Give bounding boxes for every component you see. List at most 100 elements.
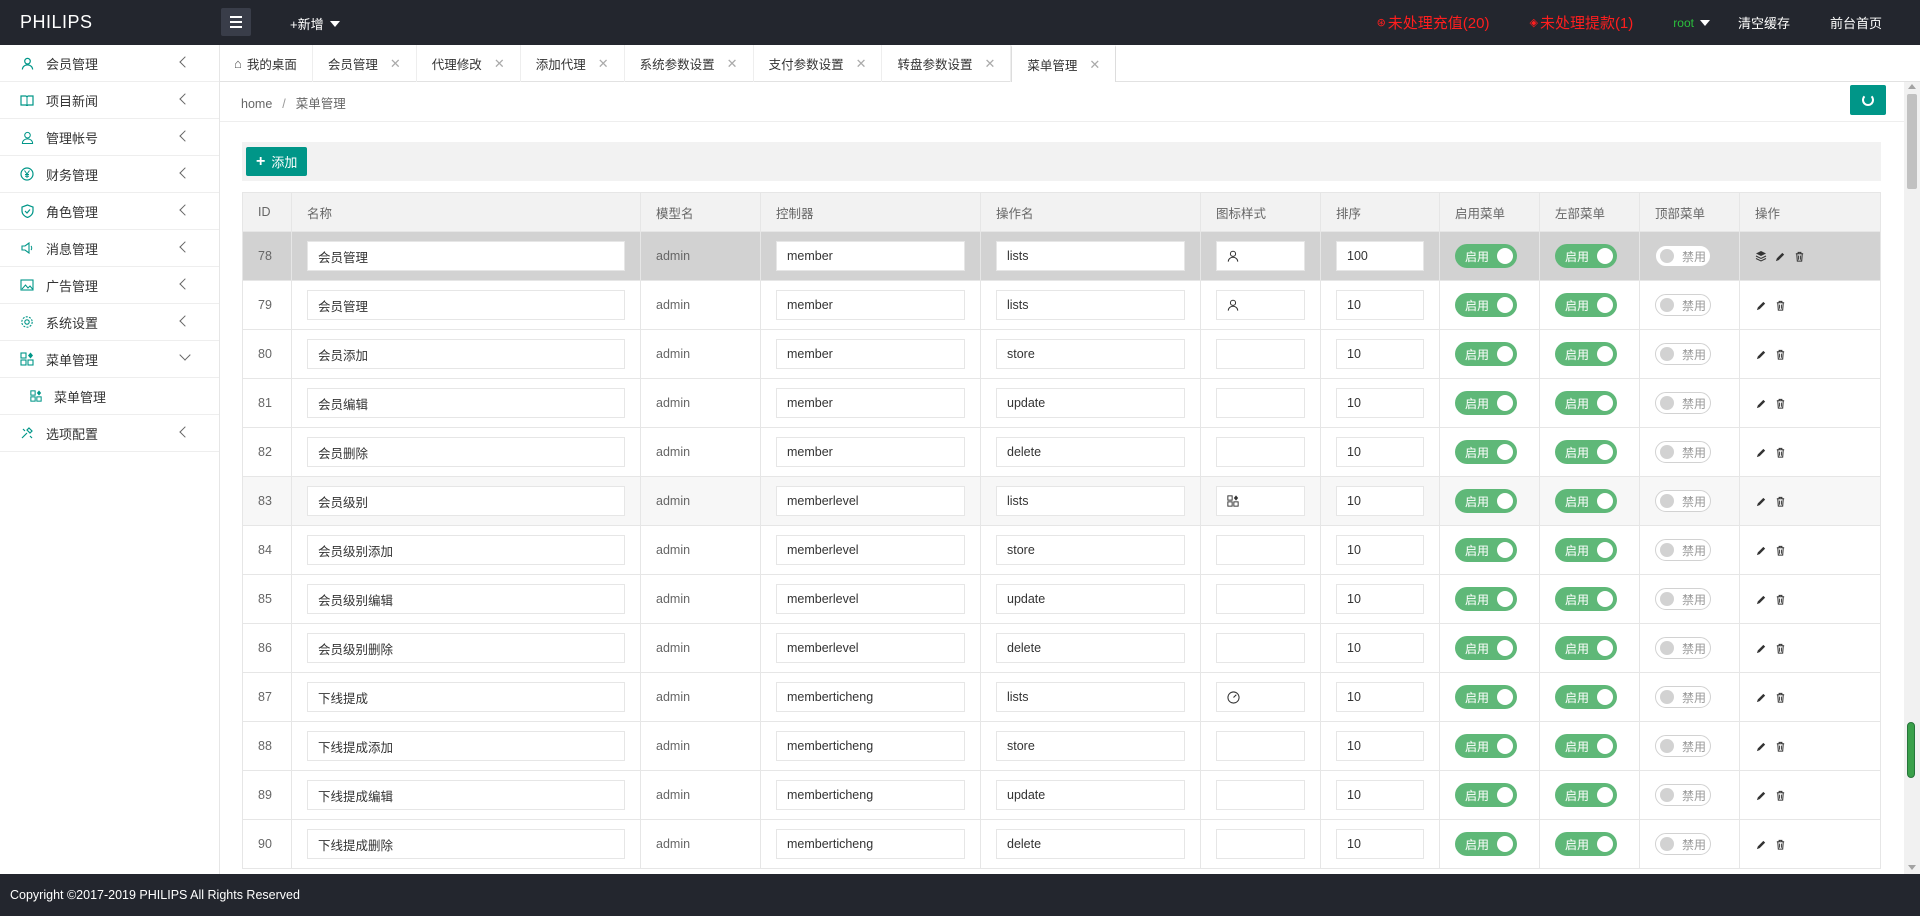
edit-icon[interactable] <box>1755 593 1767 605</box>
edit-icon[interactable] <box>1755 691 1767 703</box>
edit-icon[interactable] <box>1755 544 1767 556</box>
clear-cache-button[interactable]: 清空缓存 <box>1738 13 1790 32</box>
action-input[interactable]: store <box>996 535 1185 565</box>
controller-input[interactable]: member <box>776 241 965 271</box>
icon-input[interactable] <box>1216 486 1305 516</box>
delete-icon[interactable] <box>1774 446 1786 458</box>
top-menu-switch[interactable]: 禁用 <box>1655 637 1711 659</box>
action-input[interactable]: store <box>996 731 1185 761</box>
close-icon[interactable]: ✕ <box>1089 57 1100 73</box>
edit-icon[interactable] <box>1755 446 1767 458</box>
enable-menu-switch[interactable]: 启用 <box>1455 391 1517 415</box>
controller-input[interactable]: memberticheng <box>776 682 965 712</box>
tab-members[interactable]: 会员管理 ✕ <box>313 45 417 82</box>
top-menu-switch[interactable]: 禁用 <box>1655 490 1711 512</box>
table-row[interactable]: 78 会员管理 admin member lists 100 启用 启用 禁用 <box>242 232 1881 281</box>
delete-icon[interactable] <box>1774 789 1786 801</box>
sidebar-item-roles[interactable]: 角色管理 <box>0 193 219 230</box>
delete-icon[interactable] <box>1774 838 1786 850</box>
delete-icon[interactable] <box>1774 593 1786 605</box>
sidebar-item-ads[interactable]: 广告管理 <box>0 267 219 304</box>
delete-icon[interactable] <box>1774 691 1786 703</box>
icon-input[interactable] <box>1216 780 1305 810</box>
controller-input[interactable]: member <box>776 290 965 320</box>
left-menu-switch[interactable]: 启用 <box>1555 440 1617 464</box>
sidebar-item-messages[interactable]: 消息管理 <box>0 230 219 267</box>
delete-icon[interactable] <box>1774 495 1786 507</box>
name-input[interactable]: 会员级别添加 <box>307 535 625 565</box>
refresh-button[interactable] <box>1850 85 1886 115</box>
left-menu-switch[interactable]: 启用 <box>1555 783 1617 807</box>
tab-agent-add[interactable]: 添加代理 ✕ <box>521 45 625 82</box>
sidebar-subitem-menu-manage[interactable]: 菜单管理 <box>0 378 219 415</box>
left-menu-switch[interactable]: 启用 <box>1555 685 1617 709</box>
edit-icon[interactable] <box>1755 740 1767 752</box>
left-menu-switch[interactable]: 启用 <box>1555 244 1617 268</box>
top-menu-switch[interactable]: 禁用 <box>1655 392 1711 414</box>
delete-icon[interactable] <box>1774 544 1786 556</box>
left-menu-switch[interactable]: 启用 <box>1555 293 1617 317</box>
close-icon[interactable]: ✕ <box>390 56 401 72</box>
icon-input[interactable] <box>1216 437 1305 467</box>
top-menu-switch[interactable]: 禁用 <box>1655 539 1711 561</box>
scroll-down-icon[interactable] <box>1908 865 1916 870</box>
action-input[interactable]: update <box>996 584 1185 614</box>
breadcrumb-home[interactable]: home <box>241 97 272 111</box>
sidebar-item-settings[interactable]: 系统设置 <box>0 304 219 341</box>
top-menu-switch[interactable]: 禁用 <box>1655 833 1711 855</box>
icon-input[interactable] <box>1216 584 1305 614</box>
top-menu-switch[interactable]: 禁用 <box>1655 784 1711 806</box>
controller-input[interactable]: memberlevel <box>776 633 965 663</box>
left-menu-switch[interactable]: 启用 <box>1555 489 1617 513</box>
sort-input[interactable]: 10 <box>1336 584 1424 614</box>
controller-input[interactable]: memberlevel <box>776 535 965 565</box>
icon-input[interactable] <box>1216 241 1305 271</box>
enable-menu-switch[interactable]: 启用 <box>1455 783 1517 807</box>
left-menu-switch[interactable]: 启用 <box>1555 734 1617 758</box>
table-row[interactable]: 80 会员添加 admin member store 10 启用 启用 禁用 <box>242 330 1881 379</box>
controller-input[interactable]: member <box>776 339 965 369</box>
action-input[interactable]: update <box>996 388 1185 418</box>
name-input[interactable]: 下线提成编辑 <box>307 780 625 810</box>
enable-menu-switch[interactable]: 启用 <box>1455 636 1517 660</box>
sidebar-item-members[interactable]: 会员管理 <box>0 45 219 82</box>
close-icon[interactable]: ✕ <box>985 56 996 72</box>
name-input[interactable]: 会员编辑 <box>307 388 625 418</box>
tab-desktop[interactable]: ⌂ 我的桌面 <box>220 45 313 82</box>
action-input[interactable]: update <box>996 780 1185 810</box>
add-new-dropdown[interactable]: +新增 <box>290 14 340 33</box>
sort-input[interactable]: 10 <box>1336 535 1424 565</box>
close-icon[interactable]: ✕ <box>494 56 505 72</box>
controller-input[interactable]: memberticheng <box>776 829 965 859</box>
sidebar-item-accounts[interactable]: 管理帐号 <box>0 119 219 156</box>
sort-input[interactable]: 10 <box>1336 780 1424 810</box>
action-input[interactable]: lists <box>996 290 1185 320</box>
user-menu[interactable]: root <box>1673 16 1710 30</box>
pending-withdraw-link[interactable]: ◈ 未处理提款(1) <box>1529 12 1633 33</box>
name-input[interactable]: 会员级别 <box>307 486 625 516</box>
top-menu-switch[interactable]: 禁用 <box>1655 735 1711 757</box>
table-row[interactable]: 79 会员管理 admin member lists 10 启用 启用 禁用 <box>242 281 1881 330</box>
action-input[interactable]: lists <box>996 241 1185 271</box>
name-input[interactable]: 会员删除 <box>307 437 625 467</box>
controller-input[interactable]: memberlevel <box>776 584 965 614</box>
left-menu-switch[interactable]: 启用 <box>1555 342 1617 366</box>
sort-input[interactable]: 10 <box>1336 388 1424 418</box>
tab-menu-manage[interactable]: 菜单管理 ✕ <box>1011 45 1117 82</box>
enable-menu-switch[interactable]: 启用 <box>1455 734 1517 758</box>
sort-input[interactable]: 10 <box>1336 486 1424 516</box>
action-input[interactable]: delete <box>996 829 1185 859</box>
close-icon[interactable]: ✕ <box>598 56 609 72</box>
left-menu-switch[interactable]: 启用 <box>1555 636 1617 660</box>
sidebar-item-options[interactable]: 选项配置 <box>0 415 219 452</box>
edit-icon[interactable] <box>1755 789 1767 801</box>
table-row[interactable]: 84 会员级别添加 admin memberlevel store 10 启用 启用 禁用 <box>242 526 1881 575</box>
enable-menu-switch[interactable]: 启用 <box>1455 685 1517 709</box>
enable-menu-switch[interactable]: 启用 <box>1455 489 1517 513</box>
icon-input[interactable] <box>1216 682 1305 712</box>
name-input[interactable]: 会员级别编辑 <box>307 584 625 614</box>
delete-icon[interactable] <box>1793 250 1805 262</box>
icon-input[interactable] <box>1216 388 1305 418</box>
scroll-up-icon[interactable] <box>1908 84 1916 89</box>
delete-icon[interactable] <box>1774 740 1786 752</box>
